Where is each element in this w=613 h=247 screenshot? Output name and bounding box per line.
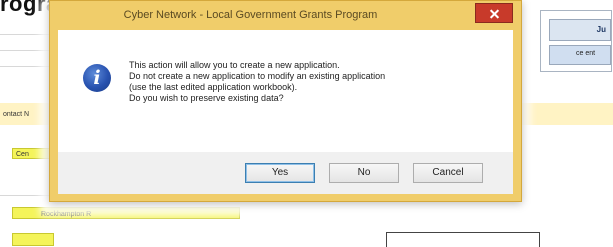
dialog-title-bar[interactable]: Cyber Network - Local Government Grants … — [50, 1, 521, 27]
no-button[interactable]: No — [329, 163, 399, 183]
dialog-message: This action will allow you to create a n… — [129, 60, 504, 104]
message-line: Do not create a new application to modif… — [129, 71, 386, 81]
yes-button[interactable]: Yes — [245, 163, 315, 183]
dialog-button-area: Yes No Cancel — [58, 152, 513, 194]
dialog-content: i This action will allow you to create a… — [58, 30, 513, 152]
message-line: (use the last edited application workboo… — [129, 82, 298, 92]
sheet-right-bar: ce ent — [549, 45, 611, 65]
cancel-button[interactable]: Cancel — [413, 163, 483, 183]
sheet-box — [386, 232, 540, 247]
sheet-right-panel: Ju ce ent — [540, 10, 612, 72]
info-icon: i — [83, 64, 111, 92]
close-button[interactable] — [475, 3, 513, 23]
dialog-title: Cyber Network - Local Government Grants … — [123, 9, 378, 21]
message-line: Do you wish to preserve existing data? — [129, 93, 284, 103]
sheet-right-bar-label: ce ent — [576, 50, 596, 57]
message-line: This action will allow you to create a n… — [129, 60, 340, 70]
message-dialog: Cyber Network - Local Government Grants … — [49, 0, 522, 202]
sheet-right-header-label: Ju — [596, 25, 606, 34]
sheet-right-header: Ju — [549, 19, 611, 41]
sheet-empty-field[interactable] — [12, 233, 54, 246]
